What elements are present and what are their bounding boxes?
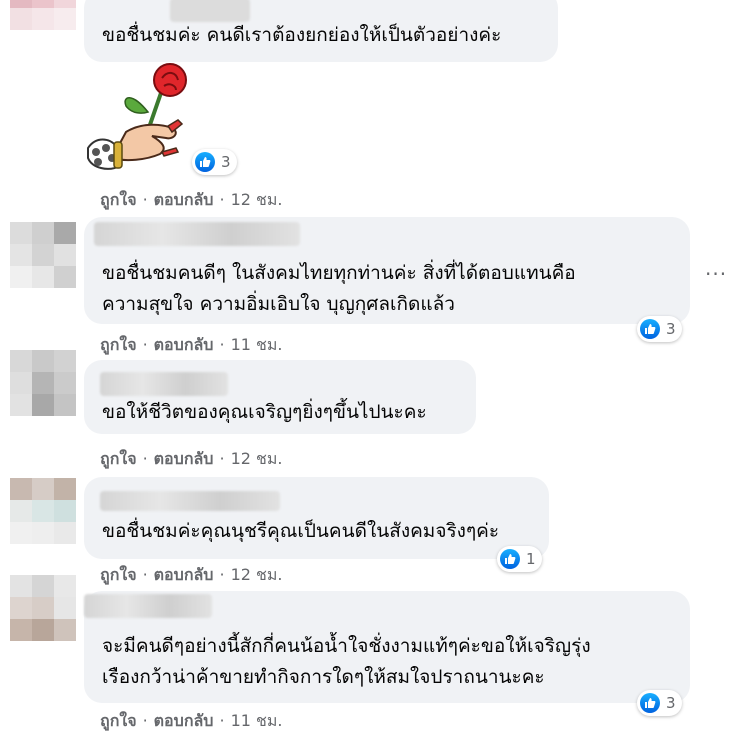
reaction-count[interactable]: 1	[497, 546, 542, 572]
comment-actions: ถูกใจ · ตอบกลับ · 12 ชม.	[100, 447, 283, 472]
separator-dot: ·	[142, 335, 148, 354]
like-link[interactable]: ถูกใจ	[100, 335, 137, 354]
separator-dot: ·	[219, 449, 225, 468]
timestamp[interactable]: 11 ชม.	[231, 335, 283, 354]
timestamp[interactable]: 12 ชม.	[231, 449, 283, 468]
like-link[interactable]: ถูกใจ	[100, 190, 137, 209]
like-link[interactable]: ถูกใจ	[100, 565, 137, 584]
separator-dot: ·	[219, 190, 225, 209]
timestamp[interactable]: 11 ชม.	[231, 711, 283, 730]
hand-holding-rose-sticker	[87, 63, 187, 170]
comment-text: ขอให้ชีวิตของคุณเจริญๆยิ่งๆขึ้นไปนะคะ	[102, 401, 427, 423]
comment-text: ขอชื่นชมค่ะคุณนุชรีคุณเป็นคนดีในสังคมจริ…	[102, 520, 500, 542]
commenter-name[interactable]	[100, 491, 280, 511]
comment-actions: ถูกใจ · ตอบกลับ · 11 ชม.	[100, 709, 283, 734]
comment-bubble: ขอชื่นชมค่ะคุณนุชรีคุณเป็นคนดีในสังคมจริ…	[84, 477, 549, 559]
timestamp[interactable]: 12 ชม.	[231, 190, 283, 209]
comment-text: ขอชื่นชมค่ะ คนดีเราต้องยกย่องให้เป็นตัวอ…	[102, 24, 502, 46]
reaction-count[interactable]: 3	[637, 690, 682, 716]
separator-dot: ·	[142, 565, 148, 584]
comment-bubble: ขอชื่นชมคนดีๆ ในสังคมไทยทุกท่านค่ะ สิ่งท…	[84, 217, 690, 324]
commenter-name[interactable]	[100, 372, 228, 396]
reply-link[interactable]: ตอบกลับ	[154, 565, 214, 584]
reply-link[interactable]: ตอบกลับ	[154, 335, 214, 354]
avatar[interactable]	[10, 0, 76, 30]
comment-actions: ถูกใจ · ตอบกลับ · 11 ชม.	[100, 333, 283, 358]
avatar[interactable]	[10, 478, 76, 544]
comment-text-line-1: จะมีคนดีๆอย่างนี้สักกี่คนน้อน้ำใจชั่งงาม…	[102, 635, 591, 657]
separator-dot: ·	[219, 335, 225, 354]
comment-bubble: ขอให้ชีวิตของคุณเจริญๆยิ่งๆขึ้นไปนะคะ	[84, 360, 476, 434]
comment-text-line-2: ความสุขใจ ความอิ่มเอิบใจ บุญกุศลเกิดแล้ว	[102, 293, 455, 315]
comment-bubble: จะมีคนดีๆอย่างนี้สักกี่คนน้อน้ำใจชั่งงาม…	[84, 591, 690, 703]
like-thumb-icon	[195, 152, 215, 172]
comment-text-line-1: ขอชื่นชมคนดีๆ ในสังคมไทยทุกท่านค่ะ สิ่งท…	[102, 262, 576, 284]
separator-dot: ·	[142, 711, 148, 730]
timestamp[interactable]: 12 ชม.	[231, 565, 283, 584]
separator-dot: ·	[142, 449, 148, 468]
avatar[interactable]	[10, 222, 76, 288]
commenter-name[interactable]	[84, 594, 212, 618]
comment-actions: ถูกใจ · ตอบกลับ · 12 ชม.	[100, 563, 283, 588]
like-thumb-icon	[640, 693, 660, 713]
separator-dot: ·	[219, 565, 225, 584]
like-thumb-icon	[640, 319, 660, 339]
avatar[interactable]	[10, 575, 76, 641]
comment-text-line-2: เรืองกว้าน่าค้าขายทำกิจการใดๆให้สมใจปราถ…	[102, 666, 545, 688]
commenter-name[interactable]	[170, 0, 250, 22]
reaction-count-label: 1	[526, 550, 536, 568]
like-thumb-icon	[500, 549, 520, 569]
reaction-count-label: 3	[221, 153, 231, 171]
like-link[interactable]: ถูกใจ	[100, 711, 137, 730]
comment-actions: ถูกใจ · ตอบกลับ · 12 ชม.	[100, 188, 283, 213]
avatar[interactable]	[10, 350, 76, 416]
separator-dot: ·	[142, 190, 148, 209]
reaction-count-label: 3	[666, 694, 676, 712]
reply-link[interactable]: ตอบกลับ	[154, 711, 214, 730]
like-link[interactable]: ถูกใจ	[100, 449, 137, 468]
more-horizontal-icon[interactable]: ···	[705, 262, 727, 286]
commenter-name[interactable]	[94, 222, 300, 246]
comment-bubble: ขอชื่นชมค่ะ คนดีเราต้องยกย่องให้เป็นตัวอ…	[84, 0, 558, 62]
reaction-count[interactable]: 3	[637, 316, 682, 342]
reaction-count-label: 3	[666, 320, 676, 338]
reply-link[interactable]: ตอบกลับ	[154, 449, 214, 468]
reaction-count[interactable]: 3	[192, 149, 237, 175]
reply-link[interactable]: ตอบกลับ	[154, 190, 214, 209]
separator-dot: ·	[219, 711, 225, 730]
